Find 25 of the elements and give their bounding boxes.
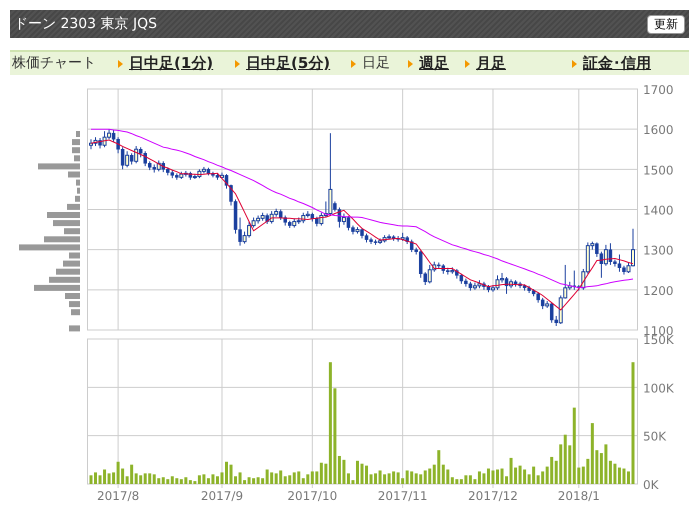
- axis-label: 2017/11: [378, 489, 428, 503]
- axis-label: 1200: [643, 284, 674, 298]
- nav-link[interactable]: 月足: [476, 52, 506, 75]
- axis-label: 1700: [643, 84, 674, 97]
- axis-label: 2017/9: [200, 489, 244, 503]
- axis-label: 1300: [643, 244, 674, 258]
- nav-link[interactable]: 日中足(1分): [129, 52, 214, 75]
- axis-label: 1600: [643, 123, 674, 138]
- axis-label: 1100: [643, 324, 674, 336]
- axis-label: 2017/10: [287, 489, 338, 503]
- nav-link[interactable]: 日中足(5分): [246, 52, 330, 75]
- axis-label: 0K: [643, 478, 659, 492]
- axis-label: 1500: [643, 163, 674, 178]
- axis-label: 100K: [643, 381, 674, 396]
- axis-label: 50K: [643, 430, 666, 444]
- axis-label: 2018/1: [558, 489, 600, 503]
- axis-label: 2017/8: [97, 489, 140, 503]
- nav-link[interactable]: 証金･信用: [583, 52, 651, 75]
- axis-label: 1400: [643, 204, 674, 218]
- nav-label: 株価チャート: [11, 54, 97, 73]
- window-title: ドーン 2303 東京 JQS: [14, 14, 158, 34]
- axis-label: 2017/12: [468, 489, 518, 503]
- nav-link[interactable]: 週足: [419, 52, 449, 75]
- refresh-button[interactable]: 更新: [647, 14, 685, 34]
- nav-link[interactable]: 日足: [362, 53, 390, 74]
